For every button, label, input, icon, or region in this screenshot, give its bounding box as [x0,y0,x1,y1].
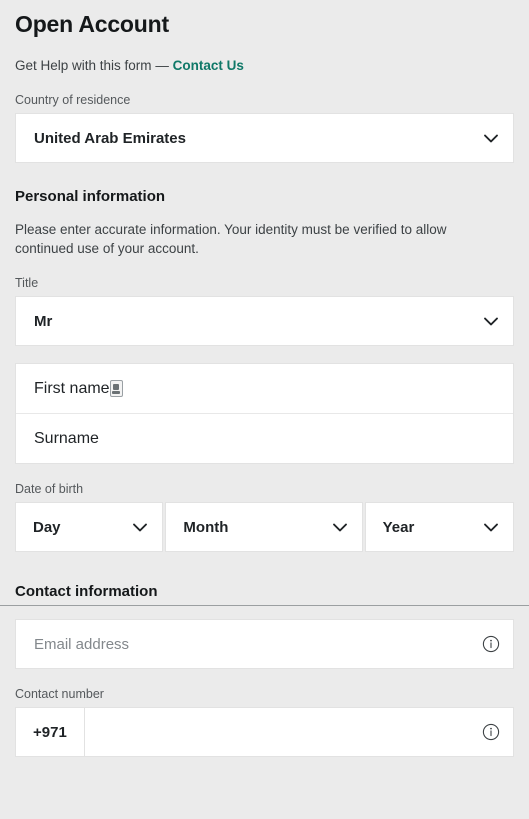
help-text: Get Help with this form [15,58,152,73]
contact-number-label: Contact number [15,687,104,701]
chevron-down-icon [329,516,351,538]
surname-placeholder: Surname [34,429,99,447]
chevron-down-icon [129,516,151,538]
name-fields-group: First name Surname [15,363,514,464]
contact-number-input[interactable] [85,707,514,757]
info-icon[interactable] [482,723,500,741]
country-code-value: +971 [33,723,67,741]
help-dash: — [155,58,169,73]
country-of-residence-value: United Arab Emirates [34,129,186,147]
page-title: Open Account [15,11,169,37]
country-code-field[interactable]: +971 [15,707,85,757]
date-of-birth-row: Day Month Year [15,502,514,552]
surname-row[interactable]: Surname [16,413,513,463]
contact-us-link[interactable]: Contact Us [173,58,244,73]
dob-month-select[interactable]: Month [165,502,363,552]
email-address-field[interactable]: Email address [15,619,514,669]
title-label: Title [15,276,39,290]
dob-year-select[interactable]: Year [364,502,514,552]
chevron-down-icon [480,127,502,149]
email-address-placeholder: Email address [34,635,130,653]
first-name-placeholder: First name [34,379,110,397]
autofill-card-icon[interactable] [109,380,123,397]
contact-information-heading: Contact information [15,583,158,600]
dob-day-value: Day [33,518,61,536]
open-account-form: Open Account Get Help with this form — C… [0,0,529,819]
chevron-down-icon [480,516,502,538]
info-icon[interactable] [482,635,500,653]
help-line: Get Help with this form — Contact Us [15,57,514,75]
personal-information-description: Please enter accurate information. Your … [15,222,447,256]
title-select[interactable]: Mr [15,296,514,346]
title-value: Mr [34,312,53,330]
date-of-birth-label: Date of birth [15,482,84,496]
dob-day-select[interactable]: Day [15,502,164,552]
country-of-residence-select[interactable]: United Arab Emirates [15,113,514,163]
section-divider [0,605,529,606]
dob-year-value: Year [382,518,415,536]
country-of-residence-label: Country of residence [15,93,131,107]
dob-month-value: Month [183,518,229,536]
personal-information-heading: Personal information [15,188,166,205]
first-name-row[interactable]: First name [16,364,513,413]
chevron-down-icon [480,310,502,332]
contact-number-row: +971 [15,707,514,757]
